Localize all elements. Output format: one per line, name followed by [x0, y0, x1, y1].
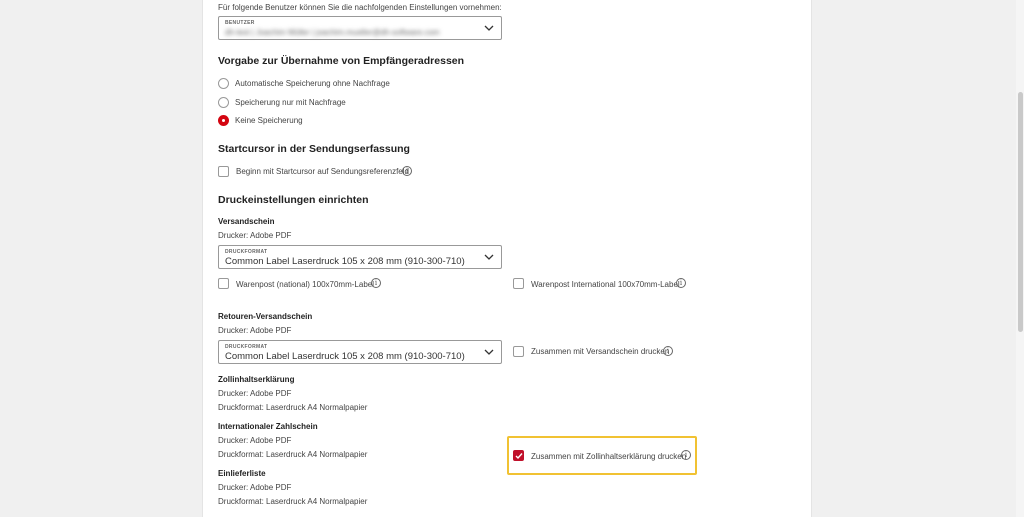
checkbox-start-cursor-label: Beginn mit Startcursor auf Sendungsrefer…: [236, 167, 409, 176]
radio-auto-save[interactable]: [218, 78, 229, 89]
user-select[interactable]: BENUTZER dh-test | Joachim Müller | joac…: [218, 16, 502, 40]
zoll-printer: Drucker: Adobe PDF: [218, 389, 292, 398]
checkbox-zahlschein-together[interactable]: [513, 450, 524, 461]
chevron-down-icon: [484, 349, 494, 355]
intro-text: Für folgende Benutzer können Sie die nac…: [218, 3, 502, 12]
info-icon[interactable]: i: [402, 166, 412, 176]
zahlschein-printer: Drucker: Adobe PDF: [218, 436, 292, 445]
zahlschein-format: Druckformat: Laserdruck A4 Normalpapier: [218, 450, 368, 459]
zahlschein-title: Internationaler Zahlschein: [218, 422, 318, 431]
radio-auto-save-label: Automatische Speicherung ohne Nachfrage: [235, 79, 390, 88]
scrollbar-thumb[interactable]: [1018, 92, 1023, 332]
zoll-title: Zollinhaltserklärung: [218, 375, 295, 384]
checkbox-retouren-together[interactable]: [513, 346, 524, 357]
retouren-format-select[interactable]: DRUCKFORMAT Common Label Laserdruck 105 …: [218, 340, 502, 364]
einliefer-format: Druckformat: Laserdruck A4 Normalpapier: [218, 497, 368, 506]
retouren-printer: Drucker: Adobe PDF: [218, 326, 292, 335]
print-section-title: Druckeinstellungen einrichten: [218, 194, 369, 206]
check-icon: [515, 453, 523, 460]
retouren-format-value: Common Label Laserdruck 105 x 208 mm (91…: [225, 351, 465, 362]
user-select-value: dh-test | Joachim Müller | joachim.muell…: [225, 28, 440, 37]
info-icon[interactable]: i: [663, 346, 673, 356]
checkbox-warenpost-national[interactable]: [218, 278, 229, 289]
info-icon[interactable]: i: [681, 450, 691, 460]
info-icon[interactable]: i: [371, 278, 381, 288]
einliefer-title: Einlieferliste: [218, 469, 266, 478]
checkbox-retouren-together-label: Zusammen mit Versandschein drucken: [531, 347, 670, 356]
retouren-title: Retouren-Versandschein: [218, 312, 313, 321]
radio-no-save[interactable]: [218, 115, 229, 126]
retouren-format-label: DRUCKFORMAT: [225, 344, 268, 350]
versandschein-printer: Drucker: Adobe PDF: [218, 231, 292, 240]
checkbox-warenpost-international[interactable]: [513, 278, 524, 289]
checkbox-zahlschein-together-label: Zusammen mit Zollinhaltserklärung drucke…: [531, 452, 687, 461]
chevron-down-icon: [484, 254, 494, 260]
address-section-title: Vorgabe zur Übernahme von Empfängeradres…: [218, 55, 465, 67]
checkbox-warenpost-international-label: Warenpost International 100x70mm-Label: [531, 280, 680, 289]
versandschein-title: Versandschein: [218, 217, 275, 226]
radio-save-with-prompt-label: Speicherung nur mit Nachfrage: [235, 98, 346, 107]
versandschein-format-select[interactable]: DRUCKFORMAT Common Label Laserdruck 105 …: [218, 245, 502, 269]
zoll-format: Druckformat: Laserdruck A4 Normalpapier: [218, 403, 368, 412]
radio-save-with-prompt[interactable]: [218, 97, 229, 108]
user-select-label: BENUTZER: [225, 20, 255, 26]
checkbox-start-cursor[interactable]: [218, 166, 229, 177]
versandschein-format-value: Common Label Laserdruck 105 x 208 mm (91…: [225, 256, 465, 267]
versandschein-format-label: DRUCKFORMAT: [225, 249, 268, 255]
chevron-down-icon: [484, 25, 494, 31]
cursor-section-title: Startcursor in der Sendungserfassung: [218, 143, 410, 155]
einliefer-printer: Drucker: Adobe PDF: [218, 483, 292, 492]
scrollbar-track[interactable]: [1016, 0, 1024, 517]
info-icon[interactable]: i: [676, 278, 686, 288]
radio-no-save-label: Keine Speicherung: [235, 116, 303, 125]
checkbox-warenpost-national-label: Warenpost (national) 100x70mm-Label: [236, 280, 374, 289]
